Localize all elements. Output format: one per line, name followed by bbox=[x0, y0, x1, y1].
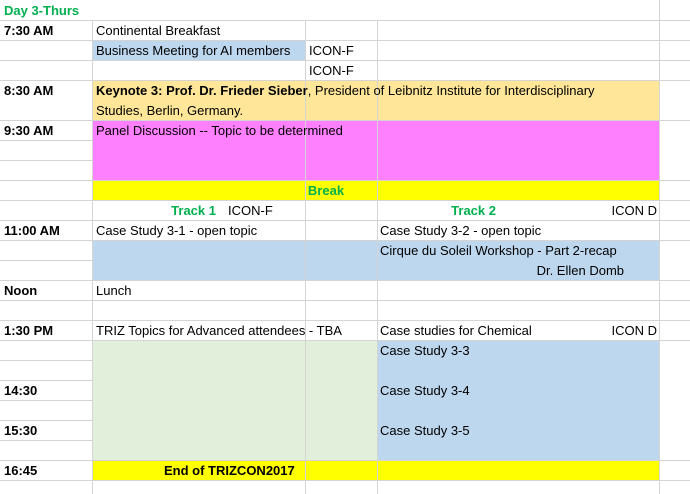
time-noon: Noon bbox=[4, 283, 38, 298]
gridline bbox=[0, 400, 93, 401]
schedule-sheet: Day 3-Thurs 7:30 AM Continental Breakfas… bbox=[0, 0, 690, 494]
extra-location: ICON-F bbox=[309, 63, 354, 78]
gridline bbox=[0, 80, 690, 81]
case-study-3-3: Case Study 3-3 bbox=[380, 343, 470, 358]
keynote-speaker: Keynote 3: Prof. Dr. Frieder Sieber bbox=[96, 83, 308, 98]
time-1530: 15:30 bbox=[4, 423, 38, 438]
gridline bbox=[0, 220, 690, 221]
gridline bbox=[0, 140, 93, 141]
break-label: Break bbox=[307, 183, 345, 198]
gridline bbox=[0, 280, 690, 281]
panel-discussion: Panel Discussion -- Topic to be determin… bbox=[96, 123, 343, 138]
case-study-3-2: Case Study 3-2 - open topic bbox=[380, 223, 542, 238]
time-130: 1:30 PM bbox=[4, 323, 54, 338]
presenter-name: Dr. Ellen Domb bbox=[536, 263, 624, 278]
track2-label: Track 2 bbox=[451, 203, 496, 218]
lunch: Lunch bbox=[96, 283, 132, 298]
business-meeting-location: ICON-F bbox=[309, 43, 354, 58]
time-830: 8:30 AM bbox=[4, 83, 54, 98]
keynote-line2: Studies, Berlin, Germany. bbox=[96, 103, 244, 118]
keynote-affiliation: , President of Leibnitz Institute for In… bbox=[307, 83, 595, 98]
time-1430: 14:30 bbox=[4, 383, 38, 398]
track1-location: ICON-F bbox=[228, 203, 273, 218]
gridline bbox=[0, 480, 690, 481]
gridline bbox=[0, 60, 690, 61]
case-study-3-1: Case Study 3-1 - open topic bbox=[96, 223, 258, 238]
triz-topics: TRIZ Topics for Advanced attendees - TBA bbox=[96, 323, 342, 338]
case-study-3-5: Case Study 3-5 bbox=[380, 423, 470, 438]
gridline bbox=[0, 460, 690, 461]
chemical-location: ICON D bbox=[611, 323, 658, 338]
time-1645: 16:45 bbox=[4, 463, 38, 478]
track1-label: Track 1 bbox=[171, 203, 216, 218]
gridline bbox=[0, 320, 690, 321]
case-study-3-4: Case Study 3-4 bbox=[380, 383, 470, 398]
gridline bbox=[0, 160, 93, 161]
continental-breakfast: Continental Breakfast bbox=[96, 23, 221, 38]
triz-green-fill bbox=[93, 340, 377, 460]
gridline bbox=[0, 20, 690, 21]
end-of-trizcon: End of TRIZCON2017 bbox=[164, 463, 295, 478]
gridline bbox=[0, 180, 690, 181]
gridline bbox=[0, 420, 93, 421]
gridline bbox=[0, 360, 93, 361]
time-1100: 11:00 AM bbox=[4, 223, 60, 238]
gridline bbox=[0, 380, 93, 381]
cirque-workshop: Cirque du Soleil Workshop - Part 2-recap bbox=[380, 243, 617, 258]
day-title: Day 3-Thurs bbox=[4, 3, 80, 18]
gridline bbox=[0, 120, 690, 121]
gridline bbox=[0, 260, 93, 261]
gridline bbox=[0, 340, 690, 341]
gridline bbox=[0, 240, 690, 241]
business-meeting: Business Meeting for AI members bbox=[96, 43, 291, 58]
time-930: 9:30 AM bbox=[4, 123, 54, 138]
gridline bbox=[0, 300, 690, 301]
track2-location: ICON D bbox=[611, 203, 658, 218]
keynote-line1: Keynote 3: Prof. Dr. Frieder Sieber, Pre… bbox=[96, 83, 595, 99]
gridline bbox=[0, 200, 690, 201]
gridline bbox=[92, 20, 93, 494]
gridline bbox=[659, 0, 660, 494]
time-730: 7:30 AM bbox=[4, 23, 54, 38]
gridline bbox=[0, 440, 93, 441]
case-studies-chemical: Case studies for Chemical bbox=[380, 323, 532, 338]
gridline bbox=[0, 40, 690, 41]
